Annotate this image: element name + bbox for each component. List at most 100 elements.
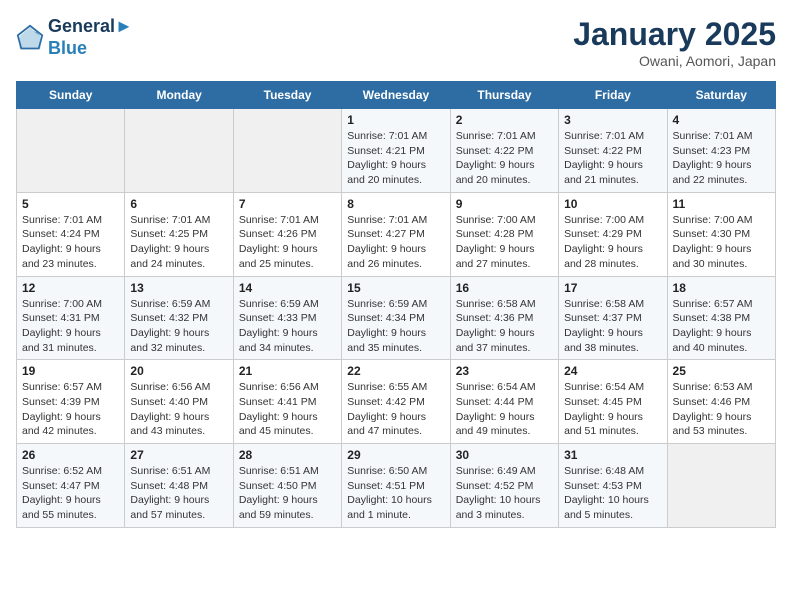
day-info: Sunrise: 6:57 AM Sunset: 4:38 PM Dayligh… <box>673 297 770 356</box>
day-number: 28 <box>239 448 336 462</box>
day-info: Sunrise: 6:59 AM Sunset: 4:34 PM Dayligh… <box>347 297 444 356</box>
day-cell: 30Sunrise: 6:49 AM Sunset: 4:52 PM Dayli… <box>450 444 558 528</box>
header-cell-sunday: Sunday <box>17 82 125 109</box>
day-cell: 7 Sunrise: 7:01 AM Sunset: 4:26 PM Daylig… <box>233 192 341 276</box>
day-number: 21 <box>239 364 336 378</box>
day-number: 27 <box>130 448 227 462</box>
day-cell: 5Sunrise: 7:01 AM Sunset: 4:24 PM Daylig… <box>17 192 125 276</box>
day-info: Sunrise: 7:00 AM Sunset: 4:29 PM Dayligh… <box>564 213 661 272</box>
day-cell: 20 Sunrise: 6:56 AM Sunset: 4:40 PM Dayli… <box>125 360 233 444</box>
day-cell: 31 Sunrise: 6:48 AM Sunset: 4:53 PM Dayli… <box>559 444 667 528</box>
day-number: 20 <box>130 364 227 378</box>
day-cell: 17 Sunrise: 6:58 AM Sunset: 4:37 PM Dayli… <box>559 276 667 360</box>
day-cell: 8 Sunrise: 7:01 AM Sunset: 4:27 PM Daylig… <box>342 192 450 276</box>
day-cell: 26Sunrise: 6:52 AM Sunset: 4:47 PM Dayli… <box>17 444 125 528</box>
day-info: Sunrise: 7:01 AM Sunset: 4:27 PM Dayligh… <box>347 213 444 272</box>
week-row-4: 19Sunrise: 6:57 AM Sunset: 4:39 PM Dayli… <box>17 360 776 444</box>
day-number: 31 <box>564 448 661 462</box>
day-number: 1 <box>347 113 444 127</box>
header-cell-friday: Friday <box>559 82 667 109</box>
day-info: Sunrise: 7:00 AM Sunset: 4:28 PM Dayligh… <box>456 213 553 272</box>
header-cell-thursday: Thursday <box>450 82 558 109</box>
day-cell: 24Sunrise: 6:54 AM Sunset: 4:45 PM Dayli… <box>559 360 667 444</box>
day-info: Sunrise: 6:53 AM Sunset: 4:46 PM Dayligh… <box>673 380 770 439</box>
day-cell: 3Sunrise: 7:01 AM Sunset: 4:22 PM Daylig… <box>559 109 667 193</box>
page-header: General► Blue January 2025 Owani, Aomori… <box>16 16 776 69</box>
day-number: 8 <box>347 197 444 211</box>
day-cell: 9Sunrise: 7:00 AM Sunset: 4:28 PM Daylig… <box>450 192 558 276</box>
day-number: 4 <box>673 113 770 127</box>
day-number: 19 <box>22 364 119 378</box>
day-info: Sunrise: 7:01 AM Sunset: 4:22 PM Dayligh… <box>456 129 553 188</box>
logo: General► Blue <box>16 16 133 59</box>
day-info: Sunrise: 6:50 AM Sunset: 4:51 PM Dayligh… <box>347 464 444 523</box>
day-number: 6 <box>130 197 227 211</box>
day-number: 23 <box>456 364 553 378</box>
day-cell: 15 Sunrise: 6:59 AM Sunset: 4:34 PM Dayli… <box>342 276 450 360</box>
day-cell: 1Sunrise: 7:01 AM Sunset: 4:21 PM Daylig… <box>342 109 450 193</box>
day-number: 16 <box>456 281 553 295</box>
day-number: 13 <box>130 281 227 295</box>
day-cell: 10 Sunrise: 7:00 AM Sunset: 4:29 PM Dayli… <box>559 192 667 276</box>
day-number: 14 <box>239 281 336 295</box>
day-number: 17 <box>564 281 661 295</box>
day-cell: 25 Sunrise: 6:53 AM Sunset: 4:46 PM Dayli… <box>667 360 775 444</box>
day-info: Sunrise: 7:00 AM Sunset: 4:31 PM Dayligh… <box>22 297 119 356</box>
day-cell: 16 Sunrise: 6:58 AM Sunset: 4:36 PM Dayli… <box>450 276 558 360</box>
day-cell: 29Sunrise: 6:50 AM Sunset: 4:51 PM Dayli… <box>342 444 450 528</box>
day-info: Sunrise: 6:48 AM Sunset: 4:53 PM Dayligh… <box>564 464 661 523</box>
day-info: Sunrise: 7:01 AM Sunset: 4:23 PM Dayligh… <box>673 129 770 188</box>
day-number: 11 <box>673 197 770 211</box>
day-info: Sunrise: 7:01 AM Sunset: 4:26 PM Dayligh… <box>239 213 336 272</box>
calendar-body: 1Sunrise: 7:01 AM Sunset: 4:21 PM Daylig… <box>17 109 776 528</box>
day-info: Sunrise: 6:58 AM Sunset: 4:37 PM Dayligh… <box>564 297 661 356</box>
day-number: 18 <box>673 281 770 295</box>
day-cell: 12 Sunrise: 7:00 AM Sunset: 4:31 PM Dayli… <box>17 276 125 360</box>
day-cell <box>125 109 233 193</box>
day-info: Sunrise: 6:54 AM Sunset: 4:44 PM Dayligh… <box>456 380 553 439</box>
day-cell: 22Sunrise: 6:55 AM Sunset: 4:42 PM Dayli… <box>342 360 450 444</box>
day-cell: 19Sunrise: 6:57 AM Sunset: 4:39 PM Dayli… <box>17 360 125 444</box>
day-cell <box>667 444 775 528</box>
day-info: Sunrise: 6:56 AM Sunset: 4:41 PM Dayligh… <box>239 380 336 439</box>
day-cell: 13 Sunrise: 6:59 AM Sunset: 4:32 PM Dayli… <box>125 276 233 360</box>
header-cell-wednesday: Wednesday <box>342 82 450 109</box>
day-info: Sunrise: 6:56 AM Sunset: 4:40 PM Dayligh… <box>130 380 227 439</box>
week-row-2: 5Sunrise: 7:01 AM Sunset: 4:24 PM Daylig… <box>17 192 776 276</box>
day-info: Sunrise: 6:51 AM Sunset: 4:50 PM Dayligh… <box>239 464 336 523</box>
header-cell-saturday: Saturday <box>667 82 775 109</box>
day-cell: 18 Sunrise: 6:57 AM Sunset: 4:38 PM Dayli… <box>667 276 775 360</box>
day-info: Sunrise: 7:01 AM Sunset: 4:22 PM Dayligh… <box>564 129 661 188</box>
day-info: Sunrise: 6:49 AM Sunset: 4:52 PM Dayligh… <box>456 464 553 523</box>
day-cell: 14 Sunrise: 6:59 AM Sunset: 4:33 PM Dayli… <box>233 276 341 360</box>
calendar-title: January 2025 <box>573 16 776 53</box>
day-cell: 2 Sunrise: 7:01 AM Sunset: 4:22 PM Daylig… <box>450 109 558 193</box>
title-block: January 2025 Owani, Aomori, Japan <box>573 16 776 69</box>
day-info: Sunrise: 6:58 AM Sunset: 4:36 PM Dayligh… <box>456 297 553 356</box>
week-row-1: 1Sunrise: 7:01 AM Sunset: 4:21 PM Daylig… <box>17 109 776 193</box>
week-row-5: 26Sunrise: 6:52 AM Sunset: 4:47 PM Dayli… <box>17 444 776 528</box>
day-info: Sunrise: 6:59 AM Sunset: 4:33 PM Dayligh… <box>239 297 336 356</box>
day-number: 12 <box>22 281 119 295</box>
day-info: Sunrise: 7:01 AM Sunset: 4:24 PM Dayligh… <box>22 213 119 272</box>
day-info: Sunrise: 6:55 AM Sunset: 4:42 PM Dayligh… <box>347 380 444 439</box>
day-info: Sunrise: 7:00 AM Sunset: 4:30 PM Dayligh… <box>673 213 770 272</box>
day-number: 24 <box>564 364 661 378</box>
day-number: 15 <box>347 281 444 295</box>
day-number: 2 <box>456 113 553 127</box>
day-cell: 23 Sunrise: 6:54 AM Sunset: 4:44 PM Dayli… <box>450 360 558 444</box>
day-cell <box>17 109 125 193</box>
logo-text: General► Blue <box>48 16 133 59</box>
day-cell <box>233 109 341 193</box>
day-cell: 4 Sunrise: 7:01 AM Sunset: 4:23 PM Daylig… <box>667 109 775 193</box>
header-row: SundayMondayTuesdayWednesdayThursdayFrid… <box>17 82 776 109</box>
day-number: 25 <box>673 364 770 378</box>
day-number: 7 <box>239 197 336 211</box>
logo-icon <box>16 24 44 52</box>
day-cell: 28 Sunrise: 6:51 AM Sunset: 4:50 PM Dayli… <box>233 444 341 528</box>
day-cell: 11 Sunrise: 7:00 AM Sunset: 4:30 PM Dayli… <box>667 192 775 276</box>
day-info: Sunrise: 6:59 AM Sunset: 4:32 PM Dayligh… <box>130 297 227 356</box>
day-number: 10 <box>564 197 661 211</box>
day-cell: 21 Sunrise: 6:56 AM Sunset: 4:41 PM Dayli… <box>233 360 341 444</box>
calendar-header: SundayMondayTuesdayWednesdayThursdayFrid… <box>17 82 776 109</box>
